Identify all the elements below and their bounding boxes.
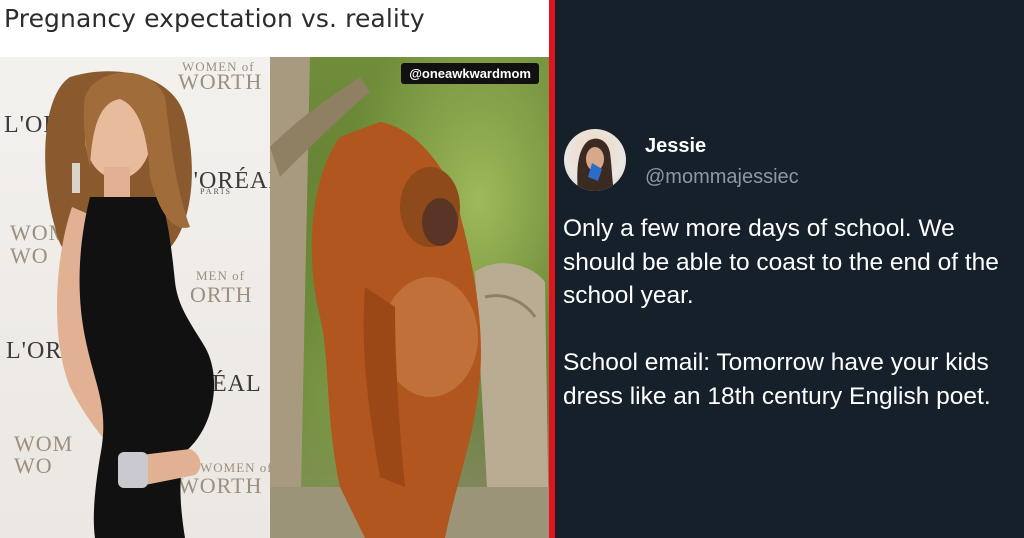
tweet-text-paragraph: School email: Tomorrow have your kids dr… <box>563 349 991 410</box>
display-name[interactable]: Jessie <box>645 135 706 158</box>
orangutan-figure <box>270 57 549 538</box>
user-handle[interactable]: @mommajessiec <box>645 166 799 189</box>
watermark: @oneawkwardmom <box>401 63 539 84</box>
expectation-photo: WOMEN of WORTH L'OR L'ORÉAL PARIS WOM WO… <box>0 57 270 538</box>
avatar[interactable] <box>564 129 626 191</box>
tweet-text-paragraph: Only a few more days of school. We shoul… <box>563 215 999 309</box>
meme-panel: Pregnancy expectation vs. reality WOMEN … <box>0 0 549 538</box>
avatar-portrait <box>577 138 614 191</box>
pregnant-woman-figure <box>45 71 215 538</box>
reality-photo: @oneawkwardmom <box>270 57 549 538</box>
tweet-card: Jessie @mommajessiec Only a few more day… <box>555 0 1024 538</box>
meme-caption: Pregnancy expectation vs. reality <box>4 4 425 33</box>
